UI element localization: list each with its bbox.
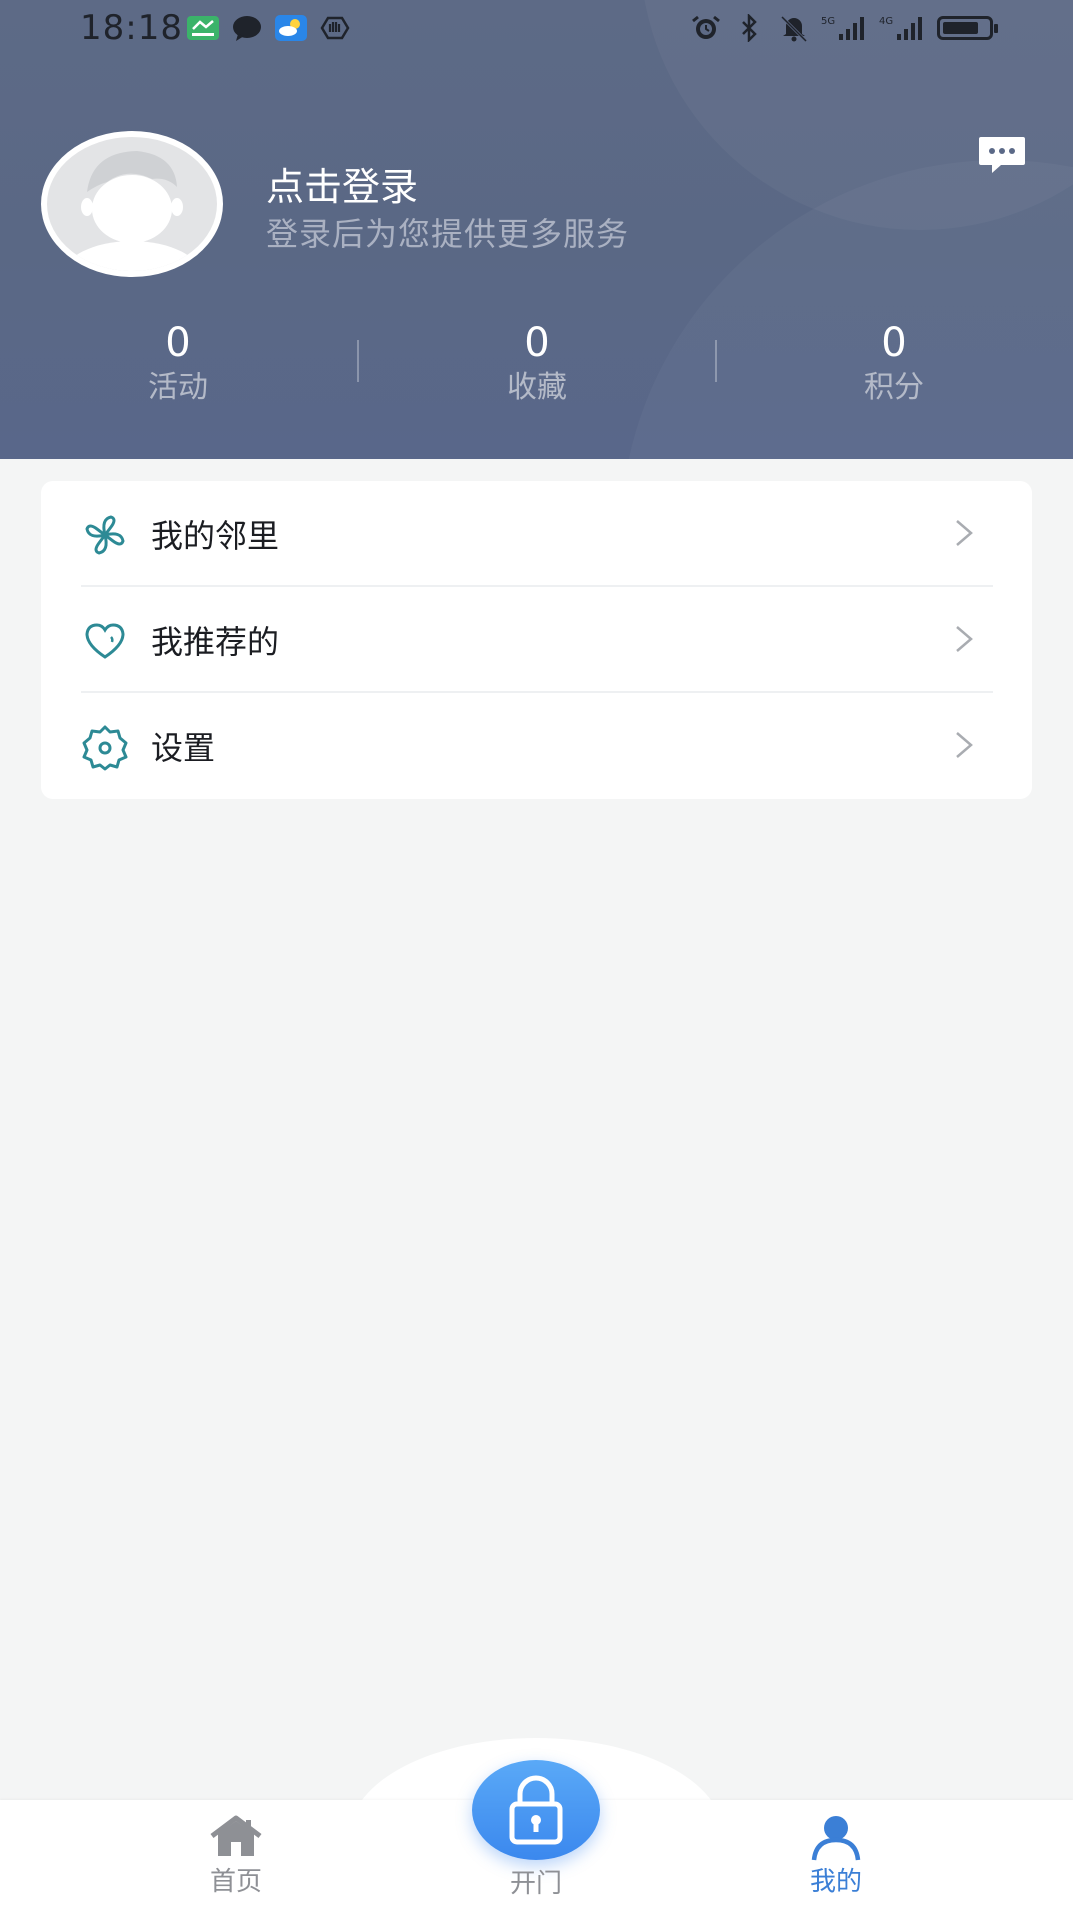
stat-divider <box>357 340 359 382</box>
stat-value: 0 <box>881 320 907 366</box>
menu-item-settings[interactable]: 设置 <box>41 693 1032 799</box>
stat-value: 0 <box>524 320 550 366</box>
chevron-right-icon <box>953 513 977 553</box>
weather-icon <box>274 14 308 42</box>
tab-label: 我的 <box>809 1867 862 1897</box>
open-door-button[interactable] <box>472 1760 600 1860</box>
stat-points[interactable]: 0 积分 <box>794 318 994 408</box>
menu-item-label: 设置 <box>151 729 216 767</box>
tab-home[interactable]: 首页 <box>156 1812 316 1900</box>
menu-item-label: 我推荐的 <box>151 623 280 661</box>
stat-favorites[interactable]: 0 收藏 <box>437 318 637 408</box>
person-icon <box>811 1816 861 1861</box>
signal-5g-icon: 5G <box>821 14 869 42</box>
tab-label: 首页 <box>209 1867 262 1897</box>
tab-open-door[interactable]: 开门 <box>456 1864 616 1902</box>
stat-activity[interactable]: 0 活动 <box>78 318 278 408</box>
lock-icon <box>509 1775 563 1845</box>
tab-label: 开门 <box>509 1869 562 1899</box>
chat-bubble-icon <box>230 14 264 42</box>
login-subtitle: 登录后为您提供更多服务 <box>266 215 630 253</box>
stat-divider <box>715 340 717 382</box>
heart-icon <box>81 617 129 665</box>
home-icon <box>210 1815 262 1856</box>
hand-icon <box>318 14 352 42</box>
stat-label: 积分 <box>864 370 924 405</box>
bluetooth-icon <box>733 12 767 44</box>
stat-label: 收藏 <box>507 370 567 405</box>
status-bar: 18:18 5G 4G <box>0 0 1073 58</box>
svg-text:4G: 4G <box>879 16 893 27</box>
avatar[interactable] <box>41 131 223 277</box>
alarm-icon <box>689 14 723 42</box>
login-title[interactable]: 点击登录 <box>266 156 418 211</box>
chevron-right-icon <box>953 725 977 765</box>
status-time: 18:18 <box>80 8 183 48</box>
pinwheel-icon <box>81 511 129 559</box>
avatar-placeholder-icon <box>47 137 217 271</box>
svg-text:5G: 5G <box>821 16 835 27</box>
menu-item-label: 我的邻里 <box>151 517 280 555</box>
mute-bell-icon <box>777 14 811 43</box>
settings-icon <box>81 723 129 771</box>
chevron-right-icon <box>953 619 977 659</box>
tab-mine[interactable]: 我的 <box>756 1812 916 1900</box>
menu-item-neighborhood[interactable]: 我的邻里 <box>41 481 1032 587</box>
wonly-app-icon <box>186 14 220 42</box>
stat-label: 活动 <box>148 370 208 405</box>
message-icon[interactable] <box>977 135 1027 175</box>
signal-4g-icon: 4G <box>879 14 927 42</box>
stat-value: 0 <box>165 320 191 366</box>
battery-icon <box>937 16 998 40</box>
menu-item-recommended[interactable]: 我推荐的 <box>41 587 1032 693</box>
menu-card: 我的邻里 我推荐的 设置 <box>41 481 1032 799</box>
stats-row: 0 活动 0 收藏 0 积分 <box>0 318 1073 418</box>
